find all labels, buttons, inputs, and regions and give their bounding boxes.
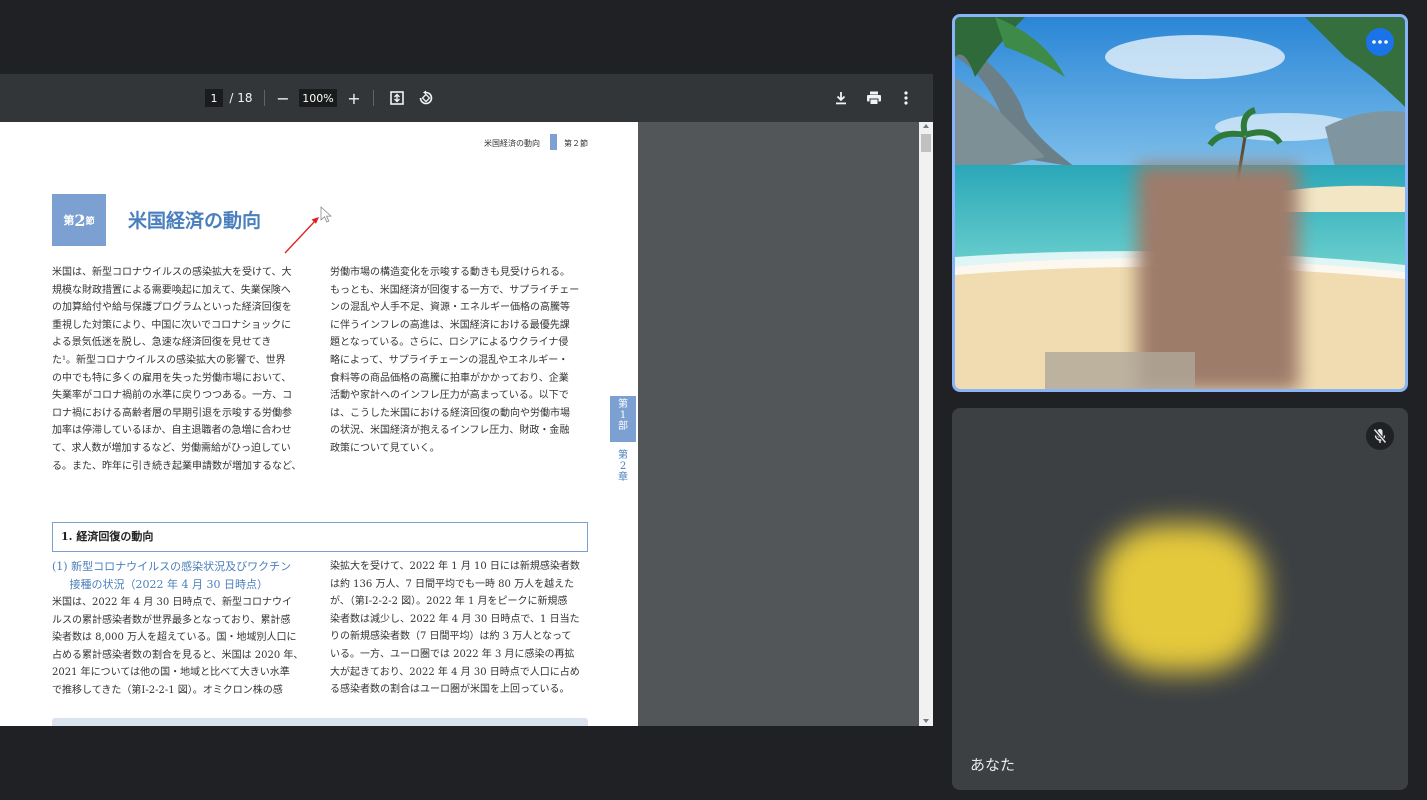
- text-line: 染拡大を受けて、2022 年 1 月 10 日には新規感染者数: [330, 561, 580, 572]
- participant-more-options-button[interactable]: [1366, 28, 1394, 56]
- scroll-up-arrow-icon[interactable]: [923, 124, 929, 128]
- text-line: 2021 年については他の国・地域と比べて大きい水準: [52, 667, 290, 679]
- body-left-column: 米国は、2022 年 4 月 30 日時点で、新型コロナウイ ルスの累計感染者数が…: [52, 594, 303, 700]
- text-line: た¹。新型コロナウイルスの感染拡大の影響で、世界: [52, 354, 286, 366]
- scroll-down-arrow-icon[interactable]: [923, 719, 929, 723]
- text-line: 政策について見ていく。: [330, 442, 440, 454]
- header-accent-bar: [550, 134, 557, 150]
- text-line: る感染者数の割合はユーロ圏が米国を上回っている。: [330, 684, 570, 696]
- text-line: ロナ禍における高齢者層の早期引退を示唆する労働参: [52, 407, 292, 419]
- text-line: ンの混乱や人手不足、資源・エネルギー価格の高騰等: [330, 302, 570, 314]
- text-line: よる景気低迷を脱し、急速な経済回復を見せてき: [52, 337, 272, 349]
- text-line: が、（第Ⅰ-2-2-2 図）。2022 年 1 月をピークに新規感: [330, 596, 568, 608]
- subheading-line: (1) 新型コロナウイルスの感染状況及びワクチン: [52, 560, 292, 573]
- text-line: 米国は、2022 年 4 月 30 日時点で、新型コロナウイ: [52, 597, 293, 608]
- side-tab-part: 第 1 部: [610, 396, 636, 442]
- zoom-level-input[interactable]: 100%: [299, 89, 337, 107]
- subheading-line: 接種の状況（2022 年 4 月 30 日時点）: [52, 578, 268, 591]
- page-number-input[interactable]: 1: [205, 89, 223, 107]
- section-badge-suffix: 節: [85, 216, 95, 227]
- text-line: 大が起きており、2022 年 4 月 30 日時点で人口に占め: [330, 666, 580, 678]
- section-title: 米国経済の動向: [128, 210, 262, 232]
- figure-box-edge: [52, 718, 588, 726]
- text-line: 米国は、新型コロナウイルスの感染拡大を受けて、大: [52, 267, 292, 278]
- text-line: 食料等の商品価格の高騰に拍車がかかっており、企業: [330, 372, 569, 384]
- pdf-viewport[interactable]: 米国経済の動向 第２節 第2節 米国経済の動向 米国は、新型コロナウイルスの感染…: [0, 122, 933, 726]
- zoom-in-button[interactable]: +: [345, 74, 363, 122]
- rotate-icon[interactable]: [416, 74, 436, 122]
- text-line: は、こうした米国における経済回復の動向や労働市場: [330, 407, 570, 419]
- running-section: 第２節: [564, 139, 588, 148]
- section-badge-prefix: 第: [63, 214, 75, 227]
- running-header: 米国経済の動向: [484, 139, 540, 148]
- text-line: ルスの累計感染者数が世界最多となっており、累計感: [52, 614, 291, 626]
- download-icon[interactable]: [831, 74, 851, 122]
- section-badge-number: 2: [74, 210, 86, 230]
- fit-to-page-icon[interactable]: [387, 74, 407, 122]
- text-line: 活動や家計へのインフレ圧力が高まっている。以下で: [330, 390, 569, 402]
- text-line: りの新規感染者数（7 日間平均）は約 3 万人となって: [330, 631, 572, 643]
- text-line: の中でも特に多くの雇用を失った労働市場において、: [52, 372, 292, 384]
- zoom-out-button[interactable]: −: [274, 74, 292, 122]
- avatar: [1098, 524, 1264, 672]
- text-line: 占める累計感染者数の割合を見ると、米国は 2020 年、: [52, 649, 304, 661]
- mic-off-icon: [1373, 428, 1387, 444]
- page-total: / 18: [229, 91, 253, 105]
- text-line: て、求人数が増加するなど、労働需給がひっ迫してい: [52, 442, 291, 454]
- section-badge: 第2節: [52, 194, 106, 246]
- text-line: 失業率がコロナ禍前の水準に戻りつつある。一方、コ: [52, 390, 293, 402]
- more-options-icon[interactable]: [896, 74, 916, 122]
- text-line: 重視した対策により、中国に次いでコロナショックに: [52, 319, 292, 331]
- text-line: 略によって、サプライチェーンの混乱やエネルギー・: [330, 354, 569, 366]
- mic-muted-indicator: [1366, 422, 1394, 450]
- text-line: に伴うインフレの高進は、米国経済における最優先課: [330, 319, 570, 331]
- intro-right-column: 労働市場の構造変化を示唆する動きも見受けられる。 もっとも、米国経済が回復する一方…: [330, 264, 579, 458]
- text-line: 染者数は 8,000 万人を超えている。国・地域別人口に: [52, 632, 297, 644]
- heading-box: 1. 経済回復の動向: [52, 522, 588, 552]
- text-line: 染者数は減少し、2022 年 4 月 30 日時点で、1 日当た: [330, 613, 580, 625]
- side-tab-chapter: 第 2 章: [618, 450, 628, 483]
- text-line: 加率は停滞しているほか、自主退職者の急増に合わせ: [52, 425, 292, 437]
- pdf-scrollbar[interactable]: [919, 122, 933, 726]
- text-line: る。また、昨年に引き続き起業申請数が増加するなど、: [52, 460, 302, 472]
- text-line: 労働市場の構造変化を示唆する動きも見受けられる。: [330, 267, 570, 278]
- toolbar-divider: [373, 90, 374, 106]
- pdf-toolbar: 1 / 18 − 100% +: [0, 74, 933, 122]
- intro-left-column: 米国は、新型コロナウイルスの感染拡大を受けて、大 規模な財政措置による需要喚起に加…: [52, 264, 302, 475]
- participant-video-tile[interactable]: [952, 14, 1408, 392]
- participant-name: あなた: [970, 756, 1016, 774]
- beach-background-image: [955, 17, 1405, 389]
- text-line: で推移してきた（第Ⅰ-2-2-1 図）。オミクロン株の感: [52, 684, 283, 696]
- red-annotation-arrow-icon: [284, 217, 319, 254]
- text-line: は約 136 万人、7 日間平均でも一時 80 万人を越えた: [330, 578, 575, 590]
- subheading: (1) 新型コロナウイルスの感染状況及びワクチン 接種の状況（2022 年 4 …: [52, 558, 291, 594]
- toolbar-divider: [264, 90, 265, 106]
- body-right-column: 染拡大を受けて、2022 年 1 月 10 日には新規感染者数 は約 136 万人…: [330, 558, 580, 699]
- text-line: の加算給付や給与保護プログラムといった経済回復を: [52, 302, 292, 314]
- pdf-page: 米国経済の動向 第２節 第2節 米国経済の動向 米国は、新型コロナウイルスの感染…: [0, 122, 638, 726]
- text-line: 題となっている。さらに、ロシアによるウクライナ侵: [330, 337, 569, 349]
- text-line: いる。一方、ユーロ圏では 2022 年 3 月に感染の再拡: [330, 648, 575, 660]
- text-line: 規模な財政措置による需要喚起に加えて、失業保険へ: [52, 284, 291, 296]
- text-line: もっとも、米国経済が回復する一方で、サプライチェー: [330, 284, 580, 296]
- print-icon[interactable]: [863, 74, 885, 122]
- scrollbar-thumb[interactable]: [921, 134, 931, 152]
- text-line: の状況、米国経済が抱えるインフレ圧力、財政・金融: [330, 425, 570, 437]
